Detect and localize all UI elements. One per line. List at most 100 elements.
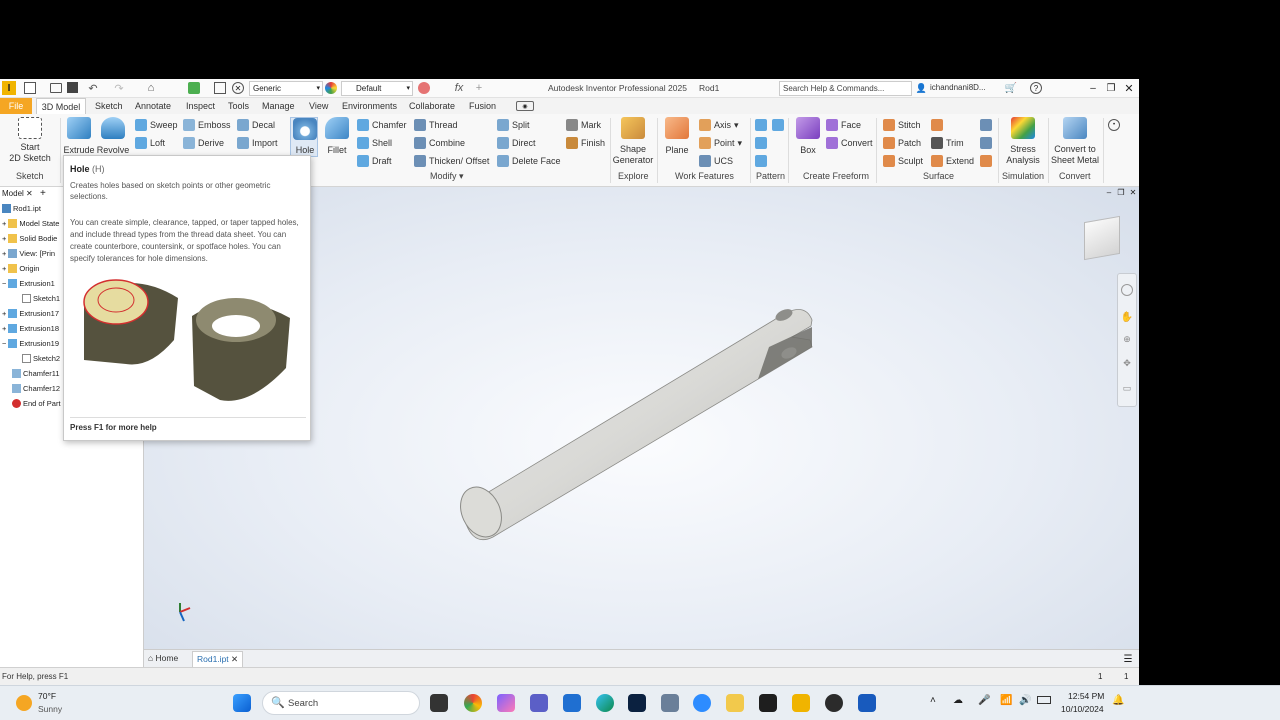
sweep-button[interactable]: Sweep <box>135 119 178 131</box>
mark-button[interactable]: Mark <box>566 119 601 131</box>
word-icon[interactable] <box>858 694 876 712</box>
save-icon[interactable] <box>67 82 78 93</box>
tree-item-model-state[interactable]: + Model State <box>2 219 59 228</box>
update-icon[interactable] <box>188 82 200 94</box>
tree-item-origin[interactable]: + Origin <box>2 264 39 273</box>
view-cube[interactable] <box>1084 215 1120 261</box>
notification-bell-icon[interactable]: 🔔 <box>1112 695 1124 706</box>
home-icon[interactable]: ⌂ <box>144 81 158 95</box>
fresco-icon[interactable] <box>628 694 646 712</box>
task-view-icon[interactable] <box>430 694 448 712</box>
user-name[interactable]: ichandnani8D... <box>930 83 986 92</box>
tree-item-rod1[interactable]: Rod1.ipt <box>2 204 41 213</box>
combine-button[interactable]: Combine <box>414 137 465 149</box>
pan-icon[interactable]: ✋ <box>1121 311 1133 323</box>
tree-item-chamfer12[interactable]: Chamfer12 <box>12 384 60 393</box>
hamburger-menu-icon[interactable]: ☰ <box>1122 653 1134 665</box>
tree-item-extrusion19[interactable]: − Extrusion19 <box>2 339 59 348</box>
convert-sheet-metal-button[interactable]: Convert to Sheet Metal <box>1050 117 1100 167</box>
sculpt-button[interactable]: Sculpt <box>883 155 923 167</box>
zoom-app-icon[interactable] <box>693 694 711 712</box>
edge-icon[interactable] <box>596 694 614 712</box>
decal-button[interactable]: Decal <box>237 119 275 131</box>
convert-button[interactable]: Convert <box>826 137 873 149</box>
tab-sketch[interactable]: Sketch <box>95 98 123 114</box>
copilot-icon[interactable] <box>497 694 515 712</box>
view-minimize-icon[interactable]: – <box>1104 187 1114 197</box>
tree-item-extrusion17[interactable]: + Extrusion17 <box>2 309 59 318</box>
clock-time[interactable]: 12:54 PM <box>1068 691 1104 701</box>
tab-file[interactable]: File <box>0 98 32 114</box>
search-help-input[interactable]: Search Help & Commands... <box>779 81 912 96</box>
viewport-close-icon[interactable]: ✕ <box>1128 187 1138 197</box>
new-file-icon[interactable] <box>24 82 36 94</box>
tree-item-solid-bodies[interactable]: + Solid Bodie <box>2 234 57 243</box>
mirror-button[interactable] <box>772 119 784 131</box>
tree-item-sketch1[interactable]: Sketch1 <box>22 294 60 303</box>
inventor-taskbar-icon[interactable] <box>792 694 810 712</box>
plane-button[interactable]: Plane <box>663 117 691 165</box>
appearance-icon[interactable] <box>325 82 337 94</box>
direct-button[interactable]: Direct <box>497 137 536 149</box>
ribbon-settings-icon[interactable]: • <box>1108 119 1120 131</box>
redo-icon[interactable]: ↷ <box>112 81 126 95</box>
undo-icon[interactable]: ↶ <box>86 81 100 95</box>
home-tab[interactable]: ⌂ Home <box>148 653 178 663</box>
wifi-icon[interactable]: 📶 <box>1000 695 1012 706</box>
browser-tab-model[interactable]: Model ✕ <box>2 189 33 198</box>
tab-view[interactable]: View <box>309 98 328 114</box>
patch-button[interactable]: Patch <box>883 137 921 149</box>
repair-bodies-button[interactable] <box>980 119 992 131</box>
point-button[interactable]: Point ▾ <box>699 137 742 149</box>
tree-item-view[interactable]: + View: [Prin <box>2 249 55 258</box>
loft-button[interactable]: Loft <box>135 137 165 149</box>
tab-fusion[interactable]: Fusion <box>469 98 496 114</box>
start-sketch-button[interactable]: Start 2D Sketch <box>8 117 52 167</box>
chamfer-button[interactable]: Chamfer <box>357 119 407 131</box>
search-box[interactable]: 🔍 Search <box>262 691 420 715</box>
document-tab-rod1[interactable]: Rod1.ipt ✕ <box>192 651 244 667</box>
cart-icon[interactable]: 🛒 <box>1004 81 1018 95</box>
terminal-icon[interactable] <box>759 694 777 712</box>
extend-button[interactable]: Extend <box>931 155 974 167</box>
obs-icon[interactable] <box>825 694 843 712</box>
finish-button[interactable]: Finish <box>566 137 605 149</box>
battery-icon[interactable] <box>1037 696 1051 704</box>
orbit-icon[interactable]: ✥ <box>1121 357 1133 369</box>
file-explorer-icon[interactable] <box>726 694 744 712</box>
zoom-icon[interactable]: ⊕ <box>1121 333 1133 345</box>
tab-annotate[interactable]: Annotate <box>135 98 171 114</box>
tab-collaborate[interactable]: Collaborate <box>409 98 455 114</box>
axis-button[interactable]: Axis ▾ <box>699 119 739 131</box>
inventor-logo-icon[interactable]: I <box>2 81 16 95</box>
weather-temp[interactable]: 70°F <box>38 691 56 701</box>
tree-item-extrusion1[interactable]: − Extrusion1 <box>2 279 55 288</box>
microphone-icon[interactable]: 🎤 <box>978 695 990 706</box>
sketch-pattern-button[interactable] <box>755 155 767 167</box>
tree-item-end-of-part[interactable]: End of Part <box>12 399 61 408</box>
weather-icon[interactable] <box>16 695 32 711</box>
tab-manage[interactable]: Manage <box>262 98 295 114</box>
thread-button[interactable]: Thread <box>414 119 458 131</box>
close-window-icon[interactable]: ✕ <box>1122 81 1136 95</box>
open-file-icon[interactable] <box>50 83 62 93</box>
extrude-button[interactable]: Extrude <box>63 117 95 157</box>
select-icon[interactable] <box>214 82 226 94</box>
store-icon[interactable] <box>563 694 581 712</box>
emboss-button[interactable]: Emboss <box>183 119 231 131</box>
volume-icon[interactable]: 🔊 <box>1019 695 1031 706</box>
teams-icon[interactable] <box>530 694 548 712</box>
help-icon[interactable]: ? <box>1030 82 1042 94</box>
fillet-button[interactable]: Fillet <box>323 117 351 157</box>
appearance-dropdown[interactable]: Default ▾ <box>341 81 413 96</box>
snipping-icon[interactable] <box>661 694 679 712</box>
revolve-button[interactable]: Revolve <box>96 117 130 157</box>
tab-3d-model[interactable]: 3D Model <box>36 98 86 114</box>
tab-environments[interactable]: Environments <box>342 98 397 114</box>
viewport-restore-icon[interactable]: ❐ <box>1116 187 1126 197</box>
shell-button[interactable]: Shell <box>357 137 392 149</box>
trim-button[interactable]: Trim <box>931 137 964 149</box>
tree-item-sketch2[interactable]: Sketch2 <box>22 354 60 363</box>
thicken-offset-button[interactable]: Thicken/ Offset <box>414 155 489 167</box>
shape-generator-button[interactable]: Shape Generator <box>612 117 654 167</box>
